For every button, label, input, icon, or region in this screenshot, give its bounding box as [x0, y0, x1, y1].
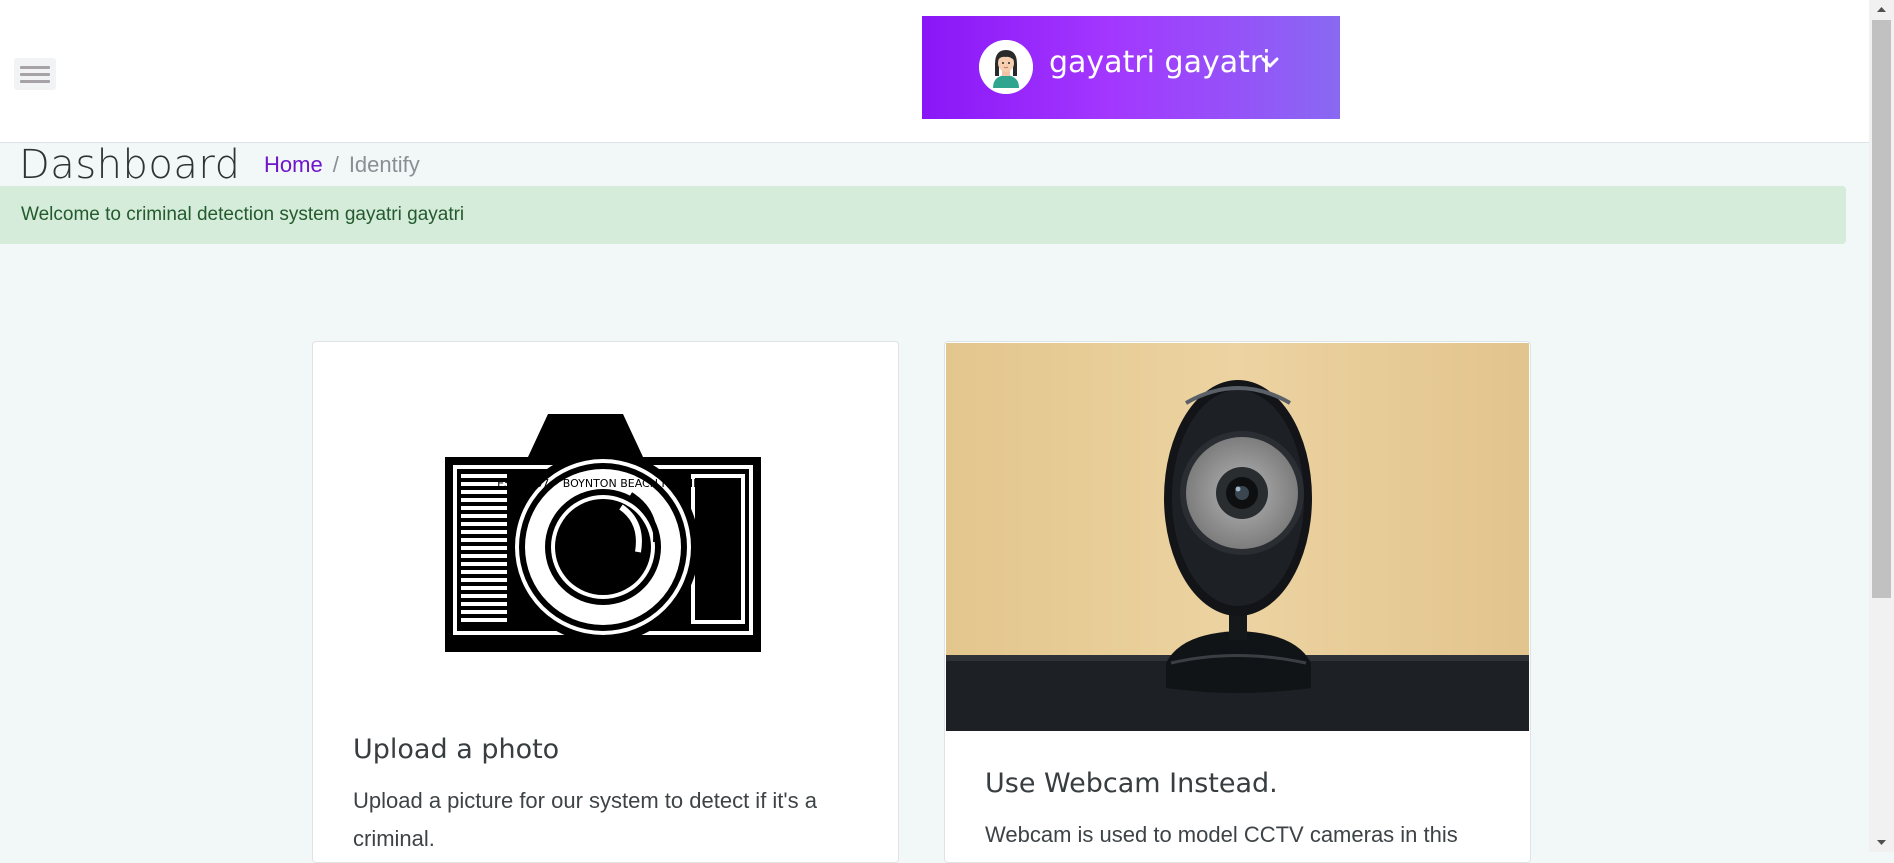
welcome-alert: Welcome to criminal detection system gay… [0, 186, 1846, 244]
camera-ring-text: EST 2007 • BOYNTON BEACH FLORIDA [497, 477, 709, 490]
hamburger-icon-line [20, 73, 50, 76]
top-navbar: gayatri gayatri [0, 0, 1869, 143]
breadcrumb-separator: / [332, 152, 339, 177]
card-text: Upload a picture for our system to detec… [353, 788, 817, 851]
alert-message: Welcome to criminal detection system gay… [21, 204, 465, 225]
scroll-up-arrow-icon[interactable] [1873, 3, 1890, 17]
card-title: Use Webcam Instead. [985, 768, 1278, 799]
webcam-photo [946, 343, 1529, 731]
user-menu-button[interactable]: gayatri gayatri [922, 16, 1340, 119]
hamburger-icon-line [20, 66, 50, 69]
breadcrumb: Home / Identify [264, 152, 420, 178]
card-title: Upload a photo [353, 734, 560, 765]
card-text: Webcam is used to model CCTV cameras in … [985, 822, 1458, 847]
user-avatar-icon [979, 40, 1033, 94]
hamburger-menu-button[interactable] [14, 58, 56, 90]
scroll-down-arrow-icon[interactable] [1873, 835, 1890, 849]
user-name: gayatri gayatri [1049, 45, 1271, 80]
upload-photo-card[interactable]: EST 2007 • BOYNTON BEACH FLORIDA Upload … [312, 341, 899, 863]
camera-icon: EST 2007 • BOYNTON BEACH FLORIDA [445, 414, 761, 652]
hamburger-icon-line [20, 80, 50, 83]
breadcrumb-current: Identify [348, 152, 420, 177]
page-title: Dashboard [19, 142, 241, 188]
chevron-down-icon [1261, 57, 1279, 68]
breadcrumb-home-link[interactable]: Home [264, 152, 323, 177]
use-webcam-card[interactable]: Use Webcam Instead. Webcam is used to mo… [944, 341, 1531, 863]
scrollbar-thumb[interactable] [1872, 20, 1891, 598]
